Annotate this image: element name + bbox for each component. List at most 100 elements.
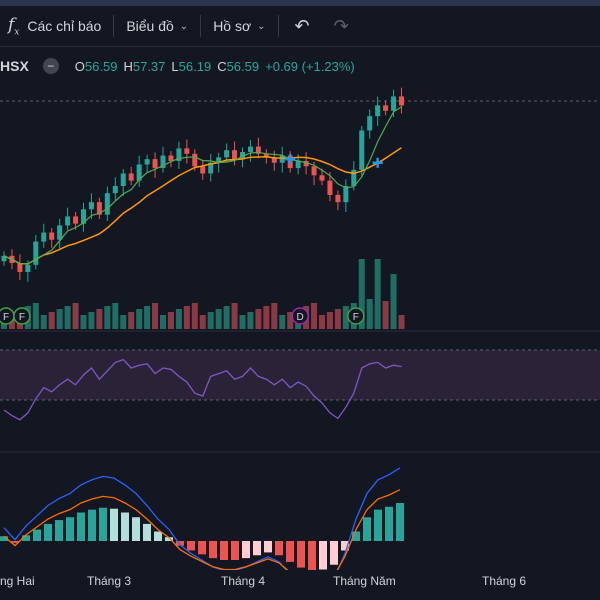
redo-icon[interactable]: ↷	[322, 6, 361, 46]
candle-body	[73, 216, 79, 224]
histogram-bar	[385, 506, 393, 541]
histogram-bar	[253, 541, 261, 556]
candle-body	[49, 232, 55, 240]
x-tick-label: Tháng 3	[87, 574, 132, 588]
toolbar: fx Các chỉ báo Biểu đồ ⌄ Hồ sơ ⌄ ↶ ↷	[0, 6, 600, 47]
candle-body	[41, 232, 47, 242]
macd-line	[3, 467, 401, 570]
candle-body	[367, 116, 373, 131]
undo-icon[interactable]: ↶	[283, 6, 322, 46]
histogram-bar	[55, 520, 63, 541]
chart-menu-label: Biểu đồ	[126, 18, 174, 34]
volume-bar	[215, 309, 222, 329]
event-marker-label: F	[19, 312, 25, 323]
volume-bar	[160, 315, 166, 329]
histogram-bar	[242, 541, 250, 559]
candles	[1, 87, 404, 282]
candle-body	[311, 166, 317, 176]
rsi-band	[0, 350, 600, 400]
candle-body	[33, 241, 39, 265]
volume-bar	[319, 315, 325, 329]
volume-bar	[56, 309, 63, 329]
volume-bar	[398, 315, 405, 329]
volume-bar	[311, 303, 318, 329]
histogram-bar	[275, 541, 283, 556]
function-icon: fx	[8, 14, 20, 38]
profile-menu-button[interactable]: Hồ sơ ⌄	[205, 6, 273, 46]
candle-body	[327, 180, 333, 195]
volume-bar	[271, 303, 278, 329]
histogram-bar	[132, 517, 140, 541]
candle-body	[232, 150, 238, 160]
volume-bar	[366, 299, 373, 329]
candle-body	[391, 96, 397, 111]
x-tick-label: ng Hai	[0, 574, 35, 588]
histogram-bar	[231, 541, 239, 560]
chart-menu-button[interactable]: Biểu đồ ⌄	[118, 6, 196, 46]
volume-bar	[223, 306, 230, 329]
histogram-bar	[297, 541, 305, 568]
candle-body	[375, 105, 381, 117]
volume-bar	[326, 312, 333, 329]
indicators-button[interactable]: fx Các chỉ báo	[0, 6, 109, 46]
histogram-bar	[143, 523, 151, 541]
event-marker-label: F	[3, 312, 9, 323]
candle-body	[144, 159, 150, 165]
chevron-down-icon: ⌄	[179, 20, 189, 32]
candle-body	[152, 159, 158, 169]
time-axis: ng Hai Tháng 3 Tháng 4 Tháng Năm Tháng 6	[0, 570, 600, 594]
volume-bar	[144, 306, 151, 329]
candle-body	[184, 148, 190, 154]
volume-bar	[263, 306, 270, 329]
histogram-bar	[264, 541, 272, 553]
histogram-bar	[154, 531, 162, 541]
histogram-bar	[110, 508, 118, 541]
histogram-bar	[33, 529, 41, 541]
histogram-bar	[187, 541, 195, 551]
histogram-bar	[99, 507, 107, 541]
histogram-bar	[330, 541, 338, 565]
histogram-bar	[363, 517, 371, 541]
candle-body	[247, 146, 253, 152]
signal-line	[3, 489, 401, 570]
candle-body	[383, 105, 389, 111]
volume-bar	[247, 312, 254, 329]
histogram-bar	[220, 541, 228, 560]
histogram-bar	[319, 541, 327, 570]
volume-bar	[207, 312, 214, 329]
candle-body	[88, 202, 94, 210]
volume-bar	[239, 315, 246, 329]
volume-bar	[64, 306, 71, 329]
candle-body	[399, 96, 404, 106]
candle-body	[65, 216, 71, 226]
cross-marker	[285, 154, 296, 165]
volume-bar	[128, 312, 135, 329]
volume-bar	[120, 315, 127, 329]
volume-bar	[382, 301, 389, 329]
volume-bar	[183, 306, 190, 329]
x-tick-label: Tháng Năm	[333, 574, 396, 588]
price-chart[interactable]: FFDF	[0, 46, 600, 570]
volume-bar	[72, 303, 79, 329]
candle-body	[224, 150, 230, 158]
x-tick-label: Tháng 6	[482, 574, 527, 588]
histogram-bar	[209, 541, 217, 559]
volume-bar	[231, 303, 238, 329]
candle-body	[319, 175, 325, 181]
profile-menu-label: Hồ sơ	[213, 18, 252, 34]
volume-bar	[390, 274, 397, 329]
histogram-bar	[88, 509, 96, 541]
volume-bar	[104, 306, 111, 329]
volume-bar	[88, 312, 95, 329]
slow-moving-average	[3, 147, 402, 265]
histogram-bar	[121, 512, 129, 541]
toolbar-divider	[277, 15, 279, 37]
toolbar-divider	[200, 15, 202, 37]
histogram-bar	[44, 523, 52, 541]
histogram-bar	[198, 541, 206, 555]
volume-bar	[32, 303, 39, 329]
candle-body	[120, 173, 126, 186]
candle-body	[128, 173, 134, 181]
candle-body	[359, 130, 365, 170]
volume-bar	[136, 309, 143, 329]
